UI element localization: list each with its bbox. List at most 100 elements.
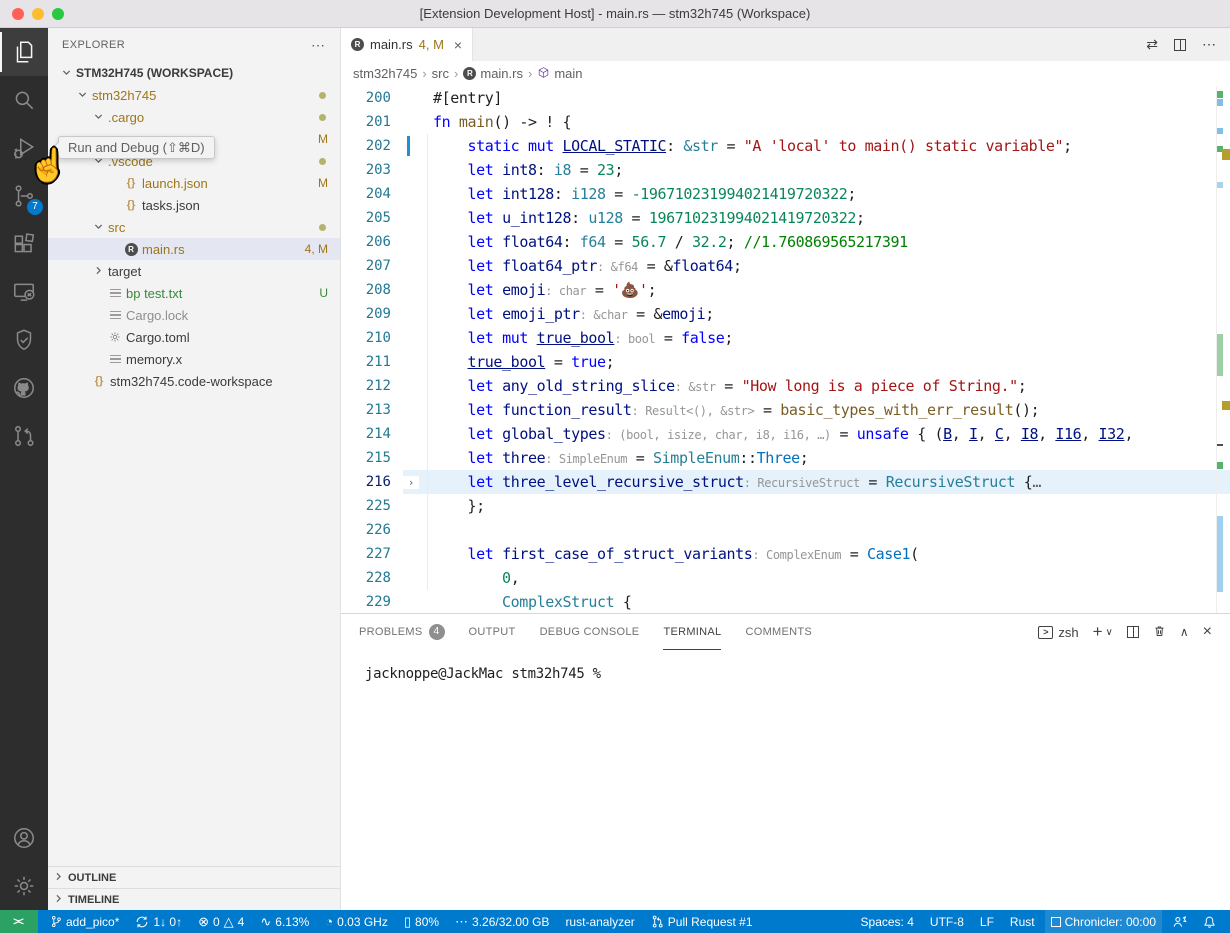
- tree-item-launch.json[interactable]: {}launch.jsonM: [48, 172, 340, 194]
- accounts-icon[interactable]: [0, 814, 48, 862]
- code-line-203[interactable]: 203 let int8: i8 = 23;: [341, 158, 1230, 182]
- status-feedback[interactable]: [1166, 910, 1193, 933]
- editor-more-actions-icon[interactable]: ⋯: [1202, 36, 1216, 53]
- tree-item-main.rs[interactable]: Rmain.rs4, M: [48, 238, 340, 260]
- code-line-207[interactable]: 207 let float64_ptr: &f64 = &float64;: [341, 254, 1230, 278]
- explorer-icon[interactable]: [0, 28, 48, 76]
- code-line-214[interactable]: 214 let global_types: (bool, isize, char…: [341, 422, 1230, 446]
- tree-item-tasks.json[interactable]: {}tasks.json: [48, 194, 340, 216]
- code-line-226[interactable]: 226: [341, 518, 1230, 542]
- tree-item-target[interactable]: target: [48, 260, 340, 282]
- status-notifications[interactable]: [1197, 910, 1222, 933]
- status-pull-request[interactable]: Pull Request #1: [645, 910, 759, 933]
- status-encoding[interactable]: UTF-8: [924, 910, 970, 933]
- overview-ruler[interactable]: [1216, 86, 1222, 613]
- tree-item-.cargo[interactable]: .cargo: [48, 106, 340, 128]
- status-cpu-freq[interactable]: ◔0.03 GHz: [319, 910, 394, 933]
- status-problems[interactable]: ⊗0△4: [192, 910, 250, 933]
- tree-item-stm32h745[interactable]: stm32h745: [48, 84, 340, 106]
- code-line-227[interactable]: 227 let first_case_of_struct_variants: C…: [341, 542, 1230, 566]
- panel-tab-comments[interactable]: COMMENTS: [745, 614, 812, 650]
- breadcrumb-item-stm32h745[interactable]: stm32h745: [353, 66, 417, 81]
- tree-item-label: bp test.txt: [126, 286, 182, 301]
- tree-item-stm32h745.code-workspace[interactable]: {}stm32h745.code-workspace: [48, 370, 340, 392]
- chevron-down-icon[interactable]: [58, 66, 74, 81]
- sidebar-section-outline[interactable]: OUTLINE: [48, 866, 340, 888]
- settings-icon[interactable]: [0, 862, 48, 910]
- new-terminal-button[interactable]: +∨: [1093, 622, 1113, 642]
- tree-item-stm32h745-workspace-[interactable]: STM32H745 (WORKSPACE): [48, 62, 340, 84]
- code-line-209[interactable]: 209 let emoji_ptr: &char = &emoji;: [341, 302, 1230, 326]
- status-rust-analyzer[interactable]: rust-analyzer: [559, 910, 640, 933]
- panel-tab-terminal[interactable]: TERMINAL: [663, 614, 721, 650]
- status-battery[interactable]: ▯80%: [398, 910, 445, 933]
- zoom-window-button[interactable]: [52, 8, 64, 20]
- code-line-215[interactable]: 215 let three: SimpleEnum = SimpleEnum::…: [341, 446, 1230, 470]
- terminal-shell-selector[interactable]: >zsh: [1038, 625, 1078, 640]
- explorer-more-actions-icon[interactable]: ⋯: [311, 37, 326, 54]
- code-line-225[interactable]: 225 };: [341, 494, 1230, 518]
- code-line-205[interactable]: 205 let u_int128: u128 = 196710231994021…: [341, 206, 1230, 230]
- minimize-window-button[interactable]: [32, 8, 44, 20]
- status-indentation[interactable]: Spaces: 4: [855, 910, 920, 933]
- status-language[interactable]: Rust: [1004, 910, 1041, 933]
- breadcrumb-item-main[interactable]: main: [537, 66, 582, 82]
- code-line-200[interactable]: 200#[entry]: [341, 86, 1230, 110]
- code-line-216[interactable]: 216› let three_level_recursive_struct: R…: [341, 470, 1230, 494]
- status-sync-changes[interactable]: 1↓ 0↑: [129, 910, 188, 933]
- code-line-208[interactable]: 208 let emoji: char = '💩';: [341, 278, 1230, 302]
- status-eol[interactable]: LF: [974, 910, 1000, 933]
- tree-item-cargo.lock[interactable]: Cargo.lock: [48, 304, 340, 326]
- panel-tab-debug-console[interactable]: DEBUG CONSOLE: [540, 614, 640, 650]
- code-line-213[interactable]: 213 let function_result: Result<(), &str…: [341, 398, 1230, 422]
- search-icon[interactable]: [0, 76, 48, 124]
- github-icon[interactable]: [0, 364, 48, 412]
- remote-explorer-icon[interactable]: [0, 268, 48, 316]
- breadcrumb-item-src[interactable]: src: [432, 66, 449, 81]
- code-editor[interactable]: 200#[entry]201fn main() -> ! {202 static…: [341, 86, 1230, 613]
- tree-item-memory.x[interactable]: memory.x: [48, 348, 340, 370]
- terminal-content[interactable]: jacknoppe@JackMac stm32h745 %: [341, 650, 1230, 698]
- modified-dot-badge: [319, 114, 326, 121]
- panel-tab-problems[interactable]: PROBLEMS4: [359, 614, 445, 650]
- split-terminal-icon[interactable]: [1127, 626, 1139, 638]
- kill-terminal-icon[interactable]: [1153, 624, 1166, 641]
- status-git-branch[interactable]: add_pico*: [44, 910, 125, 933]
- code-line-201[interactable]: 201fn main() -> ! {: [341, 110, 1230, 134]
- status-cpu-usage[interactable]: ∿6.13%: [254, 910, 315, 933]
- code-line-228[interactable]: 228 0,: [341, 566, 1230, 590]
- code-line-204[interactable]: 204 let int128: i128 = -1967102319940214…: [341, 182, 1230, 206]
- chevron-down-icon[interactable]: [90, 110, 106, 125]
- open-changes-icon[interactable]: ⇄: [1146, 36, 1158, 53]
- split-editor-icon[interactable]: [1174, 39, 1186, 51]
- code-text: static mut LOCAL_STATIC: &str = "A 'loca…: [419, 137, 1230, 155]
- remote-indicator[interactable]: ><: [0, 910, 38, 933]
- close-panel-icon[interactable]: ×: [1203, 623, 1212, 641]
- fold-chevron-icon[interactable]: ›: [403, 476, 419, 489]
- code-line-212[interactable]: 212 let any_old_string_slice: &str = "Ho…: [341, 374, 1230, 398]
- status-memory[interactable]: ⋯3.26/32.00 GB: [449, 910, 555, 933]
- maximize-panel-icon[interactable]: ∧: [1180, 625, 1189, 639]
- close-window-button[interactable]: [12, 8, 24, 20]
- code-line-206[interactable]: 206 let float64: f64 = 56.7 / 32.2; //1.…: [341, 230, 1230, 254]
- pull-requests-icon[interactable]: [0, 412, 48, 460]
- terminal-prompt: jacknoppe@JackMac stm32h745 %: [365, 666, 601, 682]
- panel-tab-output[interactable]: OUTPUT: [469, 614, 516, 650]
- testing-icon[interactable]: [0, 316, 48, 364]
- extensions-icon[interactable]: [0, 220, 48, 268]
- code-line-202[interactable]: 202 static mut LOCAL_STATIC: &str = "A '…: [341, 134, 1230, 158]
- tree-item-cargo.toml[interactable]: Cargo.toml: [48, 326, 340, 348]
- chevron-down-icon[interactable]: [74, 88, 90, 103]
- code-line-229[interactable]: 229 ComplexStruct {: [341, 590, 1230, 613]
- sidebar-section-timeline[interactable]: TIMELINE: [48, 888, 340, 910]
- tab-main-rs[interactable]: R main.rs 4, M ×: [341, 28, 473, 61]
- tree-item-bp-test.txt[interactable]: bp test.txtU: [48, 282, 340, 304]
- status-chronicler[interactable]: Chronicler: 00:00: [1045, 910, 1162, 933]
- chevron-down-icon[interactable]: [90, 220, 106, 235]
- chevron-right-icon[interactable]: [90, 264, 106, 279]
- code-line-211[interactable]: 211 true_bool = true;: [341, 350, 1230, 374]
- breadcrumb-item-main-rs[interactable]: Rmain.rs: [463, 66, 523, 81]
- tab-close-icon[interactable]: ×: [454, 37, 462, 53]
- tree-item-src[interactable]: src: [48, 216, 340, 238]
- code-line-210[interactable]: 210 let mut true_bool: bool = false;: [341, 326, 1230, 350]
